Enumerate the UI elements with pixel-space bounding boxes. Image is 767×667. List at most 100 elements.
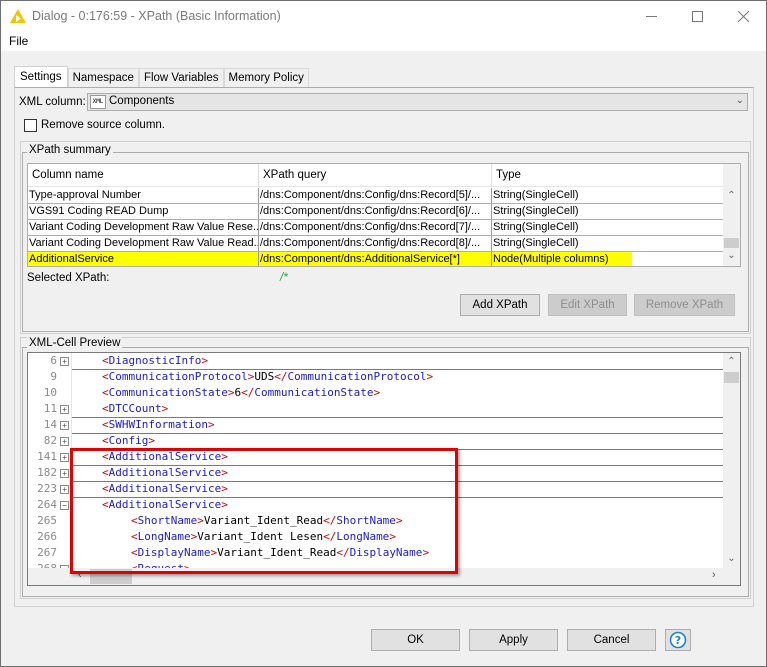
- tab-settings[interactable]: Settings: [14, 66, 68, 87]
- minimize-button[interactable]: [628, 1, 674, 32]
- xml-tag-name: CommunicationState: [108, 386, 228, 399]
- xml-column-select[interactable]: XML Components ⌄: [87, 93, 748, 111]
- cell-column-name: VGS91 Coding READ Dump: [28, 204, 259, 219]
- xml-tag-name: DisplayName: [349, 546, 423, 559]
- menu-file[interactable]: File: [9, 34, 28, 48]
- xml-preview-title: XML-Cell Preview: [27, 337, 123, 349]
- scrollbar-thumb[interactable]: [724, 238, 739, 248]
- table-row[interactable]: Variant Coding Development Raw Value Rea…: [28, 236, 723, 252]
- scroll-down-icon[interactable]: ⌄: [723, 553, 740, 564]
- add-xpath-button[interactable]: Add XPath: [460, 294, 540, 316]
- maximize-button[interactable]: [674, 1, 720, 32]
- minimize-icon: [645, 16, 657, 17]
- tab-flow-variables[interactable]: Flow Variables: [138, 68, 224, 87]
- cell-column-name: Variant Coding Development Raw Value Rea…: [29, 236, 259, 251]
- tab-namespace[interactable]: Namespace: [67, 68, 139, 87]
- title-bar[interactable]: Dialog - 0:176:59 - XPath (Basic Informa…: [1, 1, 766, 32]
- xml-line: 267 <DisplayName>Variant_Ident_Read</Disp…: [28, 545, 724, 561]
- xml-tag-name: AdditionalService: [108, 450, 222, 463]
- scroll-up-icon[interactable]: ⌃: [723, 190, 740, 201]
- remove-xpath-button[interactable]: Remove XPath: [634, 294, 735, 316]
- expand-icon[interactable]: +: [60, 485, 69, 494]
- cell-xpath-query: /dns:Component/dns:Config/dns:Record[8]/…: [259, 236, 492, 251]
- tab-memory-policy[interactable]: Memory Policy: [223, 68, 309, 87]
- column-header-name[interactable]: Column name: [28, 164, 259, 186]
- table-row[interactable]: VGS91 Coding READ Dump /dns:Component/dn…: [28, 204, 723, 220]
- xml-preview-editor[interactable]: 6 + <DiagnosticInfo> 9 <CommunicationProtoco…: [27, 352, 741, 586]
- column-header-type[interactable]: Type: [492, 164, 723, 186]
- xml-tag-name: DisplayName: [137, 546, 211, 559]
- close-icon: [737, 11, 749, 22]
- table-body: Type-approval Number /dns:Component/dns:…: [28, 188, 723, 266]
- cell-xpath-query: /dns:Component/dns:AdditionalService[*]: [259, 252, 492, 266]
- xml-code: <ShortName>Variant_Ident_Read</ShortName…: [131, 514, 403, 527]
- line-number: 266: [37, 530, 57, 543]
- xml-tag-name: ShortName: [137, 514, 198, 527]
- column-header-query[interactable]: XPath query: [259, 164, 492, 186]
- maximize-icon: [691, 11, 703, 22]
- xml-code: <Config>: [102, 434, 155, 447]
- help-button[interactable]: ?: [665, 629, 691, 651]
- edit-xpath-button[interactable]: Edit XPath: [548, 294, 627, 316]
- table-row[interactable]: Variant Coding Development Raw Value Res…: [28, 220, 723, 236]
- cancel-button[interactable]: Cancel: [567, 629, 656, 651]
- xml-code: <SWHWInformation>: [102, 418, 215, 431]
- table-vertical-scrollbar[interactable]: ⌃ ⌄: [723, 164, 740, 266]
- collapse-icon[interactable]: −: [60, 501, 69, 510]
- xml-code: <LongName>Variant_Ident Lesen</LongName>: [131, 530, 396, 543]
- xml-column-label: XML column:: [19, 96, 86, 108]
- cell-type: String(SingleCell): [493, 205, 579, 217]
- table-row[interactable]: Type-approval Number /dns:Component/dns:…: [28, 188, 723, 204]
- xml-tag-name: Config: [108, 434, 149, 447]
- table-row-selected[interactable]: AdditionalService /dns:Component/dns:Add…: [28, 252, 723, 266]
- apply-button[interactable]: Apply: [469, 629, 558, 651]
- xml-line: 141 + <AdditionalService>: [28, 449, 724, 465]
- hscrollbar-thumb[interactable]: [90, 569, 132, 584]
- line-number: 14: [43, 418, 57, 431]
- expand-icon[interactable]: +: [60, 437, 69, 446]
- xml-tag-name: ShortName: [336, 514, 396, 527]
- xml-tag-name: CommunicationProtocol: [108, 370, 248, 383]
- expand-icon[interactable]: +: [60, 357, 69, 366]
- xml-line: 82 + <Config>: [28, 433, 724, 449]
- xml-tag-name: AdditionalService: [108, 498, 222, 511]
- xml-line: 9 <CommunicationProtocol>UDS</Communicati…: [28, 369, 724, 385]
- remove-source-checkbox[interactable]: [24, 119, 37, 132]
- svg-text:?: ?: [675, 634, 681, 647]
- ok-button[interactable]: OK: [371, 629, 460, 651]
- xpath-summary-title: XPath summary: [27, 144, 113, 156]
- scroll-left-icon[interactable]: ‹: [78, 569, 82, 581]
- expand-icon[interactable]: +: [60, 469, 69, 478]
- help-icon: ?: [669, 631, 687, 649]
- xml-tag-name: CommunicationState: [254, 386, 374, 399]
- cell-type: Node(Multiple columns): [492, 252, 723, 266]
- cell-xpath-query: /dns:Component/dns:Config/dns:Record[6]/…: [259, 204, 492, 219]
- xml-horizontal-scrollbar[interactable]: ‹ ›: [28, 568, 740, 585]
- xml-code: <DiagnosticInfo>: [102, 354, 208, 367]
- scrollbar-thumb[interactable]: [724, 372, 739, 383]
- chevron-down-icon: ⌄: [735, 95, 744, 106]
- cell-column-name: Variant Coding Development Raw Value Res…: [29, 220, 259, 235]
- window-title: Dialog - 0:176:59 - XPath (Basic Informa…: [32, 9, 281, 23]
- line-number: 9: [50, 370, 57, 383]
- xml-tag-name: CommunicationProtocol: [287, 370, 427, 383]
- expand-icon[interactable]: +: [60, 421, 69, 430]
- xml-tag-name: LongName: [137, 530, 191, 543]
- line-number: 82: [43, 434, 57, 447]
- scroll-right-icon[interactable]: ›: [712, 569, 716, 581]
- expand-icon[interactable]: +: [60, 453, 69, 462]
- xml-vertical-scrollbar[interactable]: ⌃ ⌄: [723, 353, 740, 569]
- close-button[interactable]: [720, 1, 766, 32]
- remove-source-label: Remove source column.: [41, 119, 165, 131]
- line-number: 223: [37, 482, 57, 495]
- tab-bar: Settings Namespace Flow Variables Memory…: [14, 66, 309, 87]
- xml-code: <CommunicationState>6</CommunicationStat…: [102, 386, 381, 399]
- scroll-down-icon[interactable]: ⌄: [723, 250, 740, 261]
- xml-tag-name: DiagnosticInfo: [108, 354, 202, 367]
- xml-code: <CommunicationProtocol>UDS</Communicatio…: [102, 370, 434, 383]
- xml-line: 6 + <DiagnosticInfo>: [28, 353, 724, 369]
- expand-icon[interactable]: +: [60, 405, 69, 414]
- cell-type: String(SingleCell): [493, 237, 579, 249]
- xml-type-icon: XML: [90, 95, 106, 109]
- scroll-up-icon[interactable]: ⌃: [723, 356, 740, 367]
